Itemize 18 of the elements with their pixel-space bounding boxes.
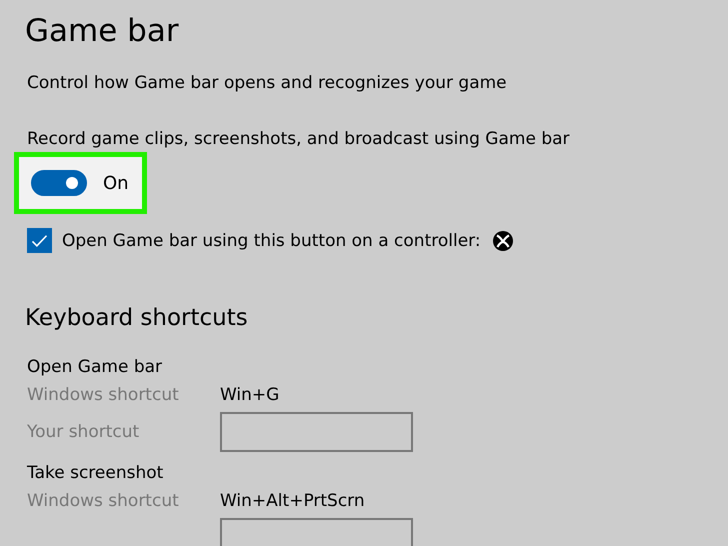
shortcut-label: Your shortcut [27, 422, 140, 442]
group-title: Open Game bar [27, 356, 164, 379]
shortcut-value: Win+G [220, 385, 280, 405]
description: Control how Game bar opens and recognizes your game [27, 72, 508, 94]
section-heading: Keyboard shortcuts [25, 304, 249, 333]
shortcut-field[interactable] [220, 412, 413, 452]
toggle-switch[interactable] [31, 170, 87, 196]
shortcut-label: Windows shortcut [27, 491, 180, 511]
checkbox-label: Open Game bar using this button on a controller: [62, 230, 481, 250]
shortcut-field[interactable] [220, 518, 413, 546]
shortcut-label: Windows shortcut [27, 385, 180, 405]
xbox-button-icon [492, 230, 513, 250]
checkbox[interactable] [27, 228, 52, 253]
shortcut-value: Win+Alt+PrtScrn [220, 491, 365, 511]
setting-label: Record game clips, screenshots, and broadcast using Game bar [27, 128, 571, 150]
group-title: Take screenshot [27, 462, 164, 485]
page-title: Game bar [25, 12, 180, 50]
toggle-label: On [103, 172, 129, 194]
